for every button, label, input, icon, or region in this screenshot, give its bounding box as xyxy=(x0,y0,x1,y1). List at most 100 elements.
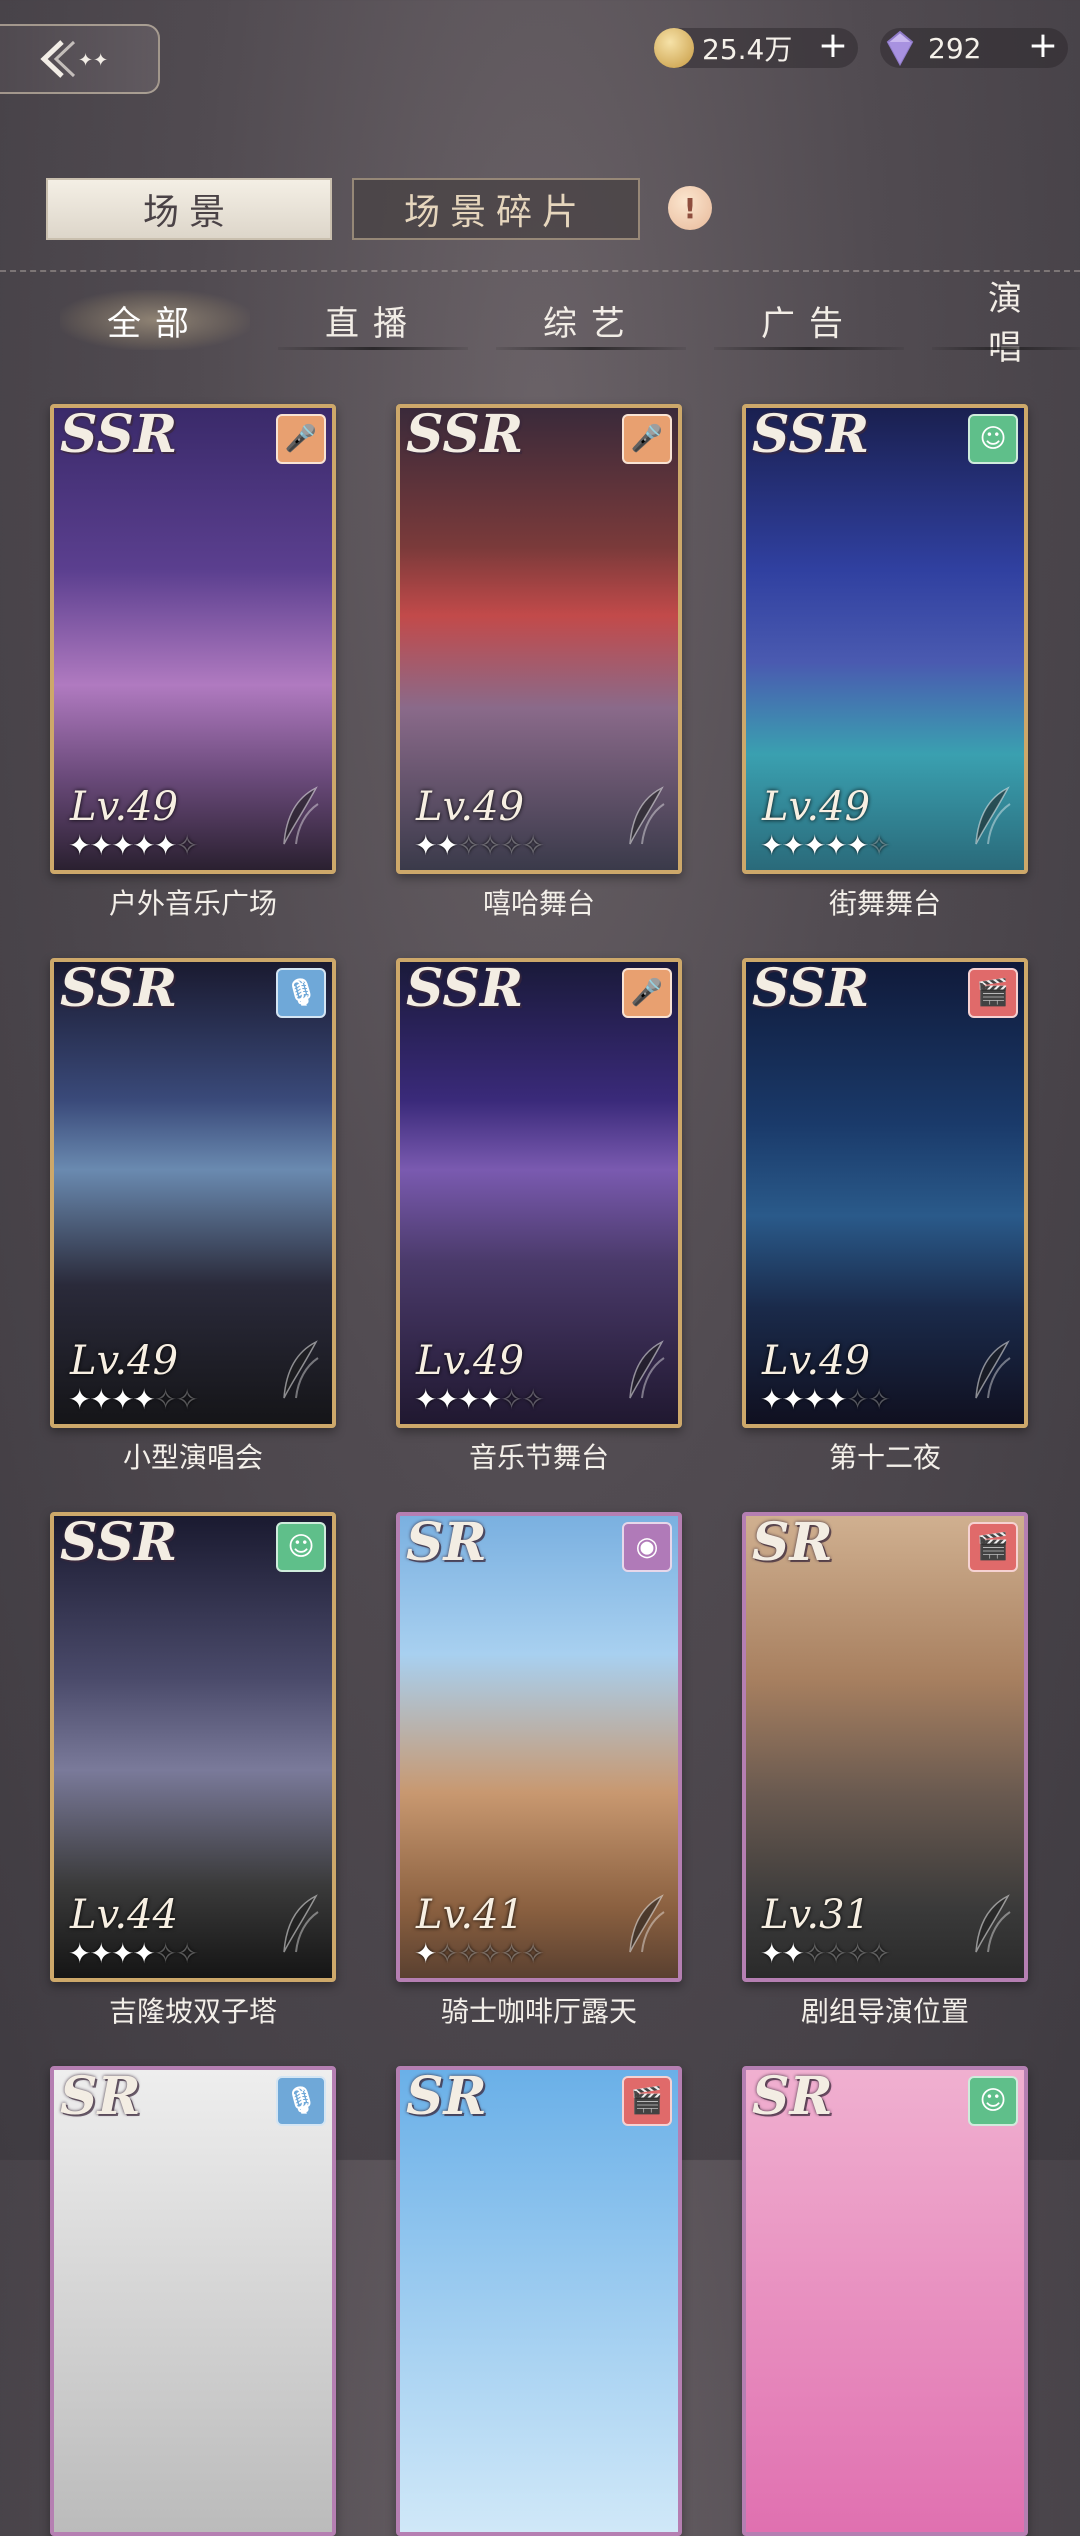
category-tab-all[interactable]: 全部 xyxy=(60,290,250,350)
star-icon: ✧ xyxy=(175,1937,199,1970)
svg-text:✦✦: ✦✦ xyxy=(78,50,108,71)
star-icon: ✧ xyxy=(499,1383,524,1416)
star-rating: ✦✦✧✧✧✧ xyxy=(760,1937,891,1970)
rarity-label: SR xyxy=(752,2066,833,2127)
scene-name: 小型演唱会 xyxy=(122,1441,263,1474)
back-button[interactable]: ✦✦ xyxy=(0,24,160,94)
level-label: Lv.49 xyxy=(70,784,179,830)
star-icon: ✦ xyxy=(89,1383,113,1416)
star-rating: ✦✧✧✧✧✧ xyxy=(414,1937,545,1970)
scene-card[interactable]: SSR 🎬 Lv.49 ✦✦✦✦✧✧ xyxy=(742,958,1028,1428)
rarity-label: SR xyxy=(406,1512,487,1573)
add-gems-button[interactable]: + xyxy=(1028,28,1058,64)
category-tab-concert[interactable]: 演唱 xyxy=(932,279,1080,368)
scene-name: 剧组导演位置 xyxy=(800,1995,969,2028)
scene-card[interactable]: SSR 🎤 Lv.49 ✦✦✧✧✧✧ xyxy=(396,404,682,874)
rarity-label: SR xyxy=(406,2066,487,2127)
feather-icon xyxy=(975,786,1011,845)
category-label: 演唱 xyxy=(988,279,1036,368)
rarity-label: SR xyxy=(752,1512,833,1573)
star-icon: ✦ xyxy=(435,1383,459,1416)
scene-card[interactable]: SSR 🎤 Lv.49 ✦✦✦✦✦✧ xyxy=(50,404,336,874)
tab-underline xyxy=(932,347,1080,350)
tab-scene[interactable]: 场景 xyxy=(46,178,332,240)
scene-card[interactable]: SR 🎙 xyxy=(50,2066,336,2536)
mic-stand-icon: 🎙 xyxy=(276,968,326,1018)
level-label: Lv.44 xyxy=(70,1892,179,1938)
star-icon: ✧ xyxy=(478,1937,502,1970)
scene-card[interactable]: SR ☺ xyxy=(742,2066,1028,2536)
microphone-icon: 🎤 xyxy=(622,414,672,464)
scene-card[interactable]: SR ◉ Lv.41 ✦✧✧✧✧✧ xyxy=(396,1512,682,1982)
category-label: 广告 xyxy=(761,303,857,344)
tab-scene-fragments[interactable]: 场景碎片 xyxy=(352,178,640,240)
clapper-icon: 🎬 xyxy=(968,1522,1018,1572)
scene-card[interactable]: SR 🎬 Lv.31 ✦✦✧✧✧✧ xyxy=(742,1512,1028,1982)
category-tab-ads[interactable]: 广告 xyxy=(714,290,904,350)
scene-card[interactable]: SSR ☺ Lv.49 ✦✦✦✦✦✧ xyxy=(742,404,1028,874)
category-tab-live[interactable]: 直播 xyxy=(278,290,468,350)
scene-card[interactable]: SSR 🎙 Lv.49 ✦✦✦✦✧✧ xyxy=(50,958,336,1428)
level-label: Lv.49 xyxy=(70,1338,179,1384)
star-icon: ✧ xyxy=(499,1937,524,1970)
gem-icon xyxy=(886,30,914,67)
rarity-label: SSR xyxy=(752,958,870,1019)
star-icon: ✧ xyxy=(499,829,524,862)
scene-artwork xyxy=(400,2070,678,2532)
scene-card[interactable]: SSR ☺ Lv.44 ✦✦✦✦✧✧ xyxy=(50,1512,336,1982)
scene-name: 吉隆坡双子塔 xyxy=(108,1995,277,2028)
star-icon: ✦ xyxy=(760,1937,784,1970)
scene-artwork xyxy=(746,2070,1024,2532)
scene-name: 第十二夜 xyxy=(828,1441,941,1474)
tab-scene-label: 场景 xyxy=(142,192,235,233)
star-icon: ✧ xyxy=(435,1937,459,1970)
star-icon: ✦ xyxy=(89,1937,113,1970)
info-mark: ! xyxy=(683,191,697,225)
coin-amount: 25.4万 xyxy=(702,33,793,66)
coin-counter: 25.4万 + xyxy=(654,28,858,68)
level-label: Lv.49 xyxy=(762,784,871,830)
star-icon: ✦ xyxy=(89,829,113,862)
scene-artwork xyxy=(54,2070,332,2532)
back-arrow-icon: ✦✦ xyxy=(40,40,108,78)
rarity-label: SSR xyxy=(60,958,178,1019)
star-icon: ✦ xyxy=(68,829,92,862)
feather-icon xyxy=(629,1340,665,1399)
feather-icon xyxy=(283,786,319,845)
star-icon: ✦ xyxy=(435,829,459,862)
star-icon: ✦ xyxy=(414,829,438,862)
level-label: Lv.49 xyxy=(416,1338,525,1384)
star-icon: ✦ xyxy=(110,829,135,862)
scene-card[interactable]: SSR 🎤 Lv.49 ✦✦✦✦✧✧ xyxy=(396,958,682,1428)
star-icon: ✧ xyxy=(478,829,502,862)
scene-card[interactable]: SR 🎬 xyxy=(396,2066,682,2536)
star-icon: ✧ xyxy=(802,1937,827,1970)
feather-icon xyxy=(629,1894,665,1953)
rarity-label: SSR xyxy=(60,1512,178,1573)
star-icon: ✧ xyxy=(521,1383,545,1416)
tab-underline xyxy=(714,347,904,350)
info-icon[interactable]: ! xyxy=(668,186,712,230)
star-rating: ✦✦✦✦✧✧ xyxy=(68,1937,199,1970)
scene-name: 户外音乐广场 xyxy=(108,887,277,920)
tab-underline xyxy=(278,347,468,350)
category-tab-variety[interactable]: 综艺 xyxy=(496,290,686,350)
rarity-label: SSR xyxy=(406,404,524,465)
star-icon: ✧ xyxy=(824,1937,848,1970)
category-label: 综艺 xyxy=(543,303,639,344)
star-icon: ✦ xyxy=(760,1383,784,1416)
feather-icon xyxy=(283,1894,319,1953)
gem-amount: 292 xyxy=(928,31,982,65)
star-icon: ✦ xyxy=(132,1937,156,1970)
category-label: 直播 xyxy=(325,303,421,344)
star-icon: ✦ xyxy=(132,829,156,862)
star-icon: ✦ xyxy=(781,829,805,862)
tab-scene-fragments-label: 场景碎片 xyxy=(403,192,588,233)
star-icon: ✧ xyxy=(175,829,199,862)
feather-icon xyxy=(975,1894,1011,1953)
rarity-label: SSR xyxy=(752,404,870,465)
scene-name: 骑士咖啡厅露天 xyxy=(440,1995,637,2028)
star-rating: ✦✦✦✦✦✧ xyxy=(68,829,199,862)
add-coins-button[interactable]: + xyxy=(818,28,848,64)
microphone-icon: 🎤 xyxy=(276,414,326,464)
